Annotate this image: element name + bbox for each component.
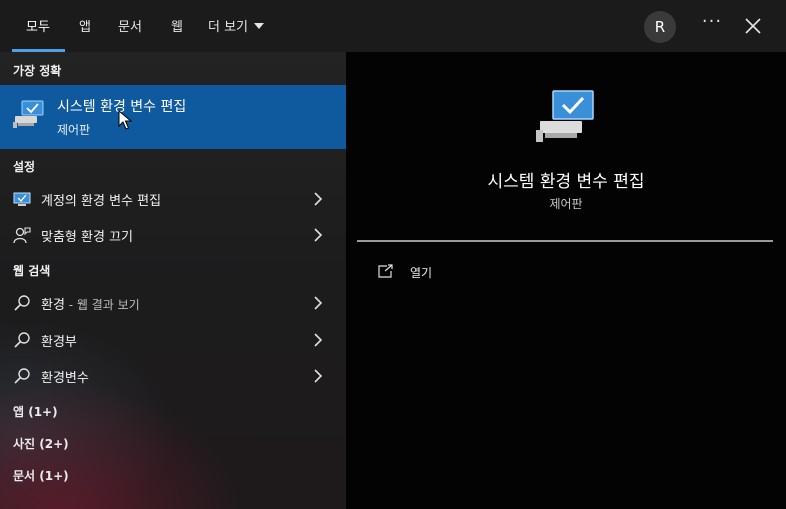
open-label: 열기 <box>410 266 433 280</box>
avatar[interactable]: R <box>644 11 676 43</box>
close-icon[interactable] <box>744 17 762 35</box>
results-panel: 가장 정확 시스템 환경 변수 편집 제어판 설정 계정의 환경 변수 편집 맞 <box>0 52 346 509</box>
tab-more-label: 더 보기 <box>208 20 249 35</box>
web-item-suffix: - 웹 결과 보기 <box>64 298 140 312</box>
settings-item-tailored-experiences[interactable]: 맞춤형 환경 끄기 <box>0 217 346 253</box>
preview-title: 시스템 환경 변수 편집 <box>487 172 645 192</box>
more-options-icon[interactable]: ··· <box>700 11 724 39</box>
web-item-label: 환경 - 웹 결과 보기 <box>41 294 140 313</box>
settings-item-account-env-vars[interactable]: 계정의 환경 변수 편집 <box>0 181 346 217</box>
preview-subtitle: 제어판 <box>549 197 583 211</box>
category-apps[interactable]: 앱 (1+) <box>13 403 58 420</box>
web-item-ministry[interactable]: 환경부 <box>0 322 346 358</box>
web-search-header: 웹 검색 <box>13 264 51 278</box>
best-match-item[interactable]: 시스템 환경 변수 편집 제어판 <box>0 85 346 149</box>
search-icon <box>14 295 30 311</box>
chevron-right-icon <box>314 333 323 347</box>
search-icon <box>14 332 30 348</box>
settings-item-label: 맞춤형 환경 끄기 <box>41 230 133 245</box>
web-item-label: 환경부 <box>41 335 77 350</box>
divider <box>357 240 773 242</box>
open-external-icon <box>378 264 393 278</box>
best-match-subtitle: 제어판 <box>57 123 91 137</box>
open-action[interactable]: 열기 <box>378 262 498 284</box>
web-item-query: 환경 <box>41 298 65 313</box>
chevron-right-icon <box>314 369 323 383</box>
user-feedback-icon <box>13 227 31 244</box>
search-tabs-bar: 모두 앱 문서 웹 더 보기 R ··· <box>0 0 786 52</box>
monitor-icon <box>13 192 31 206</box>
web-item-env[interactable]: 환경 - 웹 결과 보기 <box>0 285 346 321</box>
chevron-down-icon <box>254 23 265 29</box>
preview-panel: 시스템 환경 변수 편집 제어판 열기 <box>346 52 786 509</box>
mouse-pointer-icon <box>118 110 132 130</box>
settings-header: 설정 <box>13 160 36 174</box>
tab-apps[interactable]: 앱 <box>79 16 91 35</box>
best-match-header: 가장 정확 <box>13 64 62 78</box>
tab-web[interactable]: 웹 <box>171 16 183 35</box>
chevron-right-icon <box>314 228 323 242</box>
category-documents[interactable]: 문서 (1+) <box>13 467 69 484</box>
category-photos[interactable]: 사진 (2+) <box>13 435 69 452</box>
tab-documents[interactable]: 문서 <box>118 16 142 35</box>
web-item-env-vars[interactable]: 환경변수 <box>0 358 346 394</box>
chevron-right-icon <box>314 192 323 206</box>
web-item-label: 환경변수 <box>41 371 89 386</box>
system-settings-icon <box>13 100 44 128</box>
settings-item-label: 계정의 환경 변수 편집 <box>41 194 162 209</box>
system-settings-icon <box>536 90 594 142</box>
search-icon <box>14 368 30 384</box>
tab-more[interactable]: 더 보기 <box>208 16 265 35</box>
chevron-right-icon <box>314 296 323 310</box>
tab-all[interactable]: 모두 <box>26 16 50 35</box>
